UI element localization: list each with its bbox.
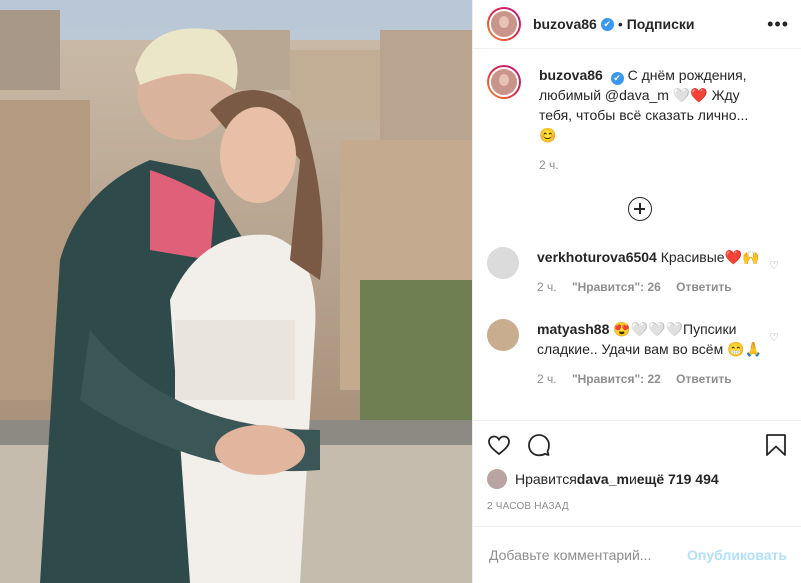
comment-input[interactable] xyxy=(487,546,688,564)
reply-button[interactable]: Ответить xyxy=(676,372,731,386)
post-timestamp[interactable]: 2 часов назад xyxy=(487,501,787,526)
comment-time[interactable]: 2 ч. xyxy=(537,372,557,386)
author-avatar[interactable] xyxy=(487,7,521,41)
separator-dot: • xyxy=(617,16,623,32)
couple-photo-image xyxy=(0,0,472,583)
load-more-comments-icon[interactable] xyxy=(628,197,652,221)
likes-count[interactable]: ещё 719 494 xyxy=(637,471,719,487)
comment-username[interactable]: matyash88 xyxy=(537,321,609,337)
reply-button[interactable]: Ответить xyxy=(676,280,731,294)
publish-button[interactable]: Опубликовать xyxy=(687,547,787,563)
likes-user[interactable]: dava_m xyxy=(577,471,629,487)
caption: buzova86 ✔ С днём рождения, любимый @dav… xyxy=(487,65,785,175)
post-sidebar: buzova86 ✔ • Подписки ••• buzova86 ✔ С д… xyxy=(472,0,801,583)
like-comment-heart-icon[interactable]: ♡ xyxy=(769,331,779,344)
comment-time[interactable]: 2 ч. xyxy=(537,280,557,294)
comment-meta: 2 ч. "Нравится": 22 Ответить xyxy=(537,369,763,389)
likes-summary: Нравится dava_m и ещё 719 494 xyxy=(487,469,787,489)
following-button[interactable]: Подписки xyxy=(627,16,695,32)
add-comment-bar: Опубликовать xyxy=(473,526,801,583)
comment-likes[interactable]: "Нравится": 22 xyxy=(572,372,661,386)
comment-avatar[interactable] xyxy=(487,247,519,279)
more-options-icon[interactable]: ••• xyxy=(767,14,789,35)
author-username[interactable]: buzova86 xyxy=(533,16,597,32)
instagram-post: buzova86 ✔ • Подписки ••• buzova86 ✔ С д… xyxy=(0,0,801,583)
comment-username[interactable]: verkhoturova6504 xyxy=(537,249,657,265)
verified-badge-icon: ✔ xyxy=(600,17,614,31)
comment-likes[interactable]: "Нравится": 26 xyxy=(572,280,661,294)
action-icons xyxy=(487,421,787,469)
like-comment-heart-icon[interactable]: ♡ xyxy=(769,259,779,272)
comments-section: buzova86 ✔ С днём рождения, любимый @dav… xyxy=(473,49,801,420)
comment-item: verkhoturova6504 Красивые❤️🙌 2 ч. "Нрави… xyxy=(487,247,785,297)
caption-avatar[interactable] xyxy=(487,65,521,99)
like-heart-icon[interactable] xyxy=(487,433,511,457)
likes-middle: и xyxy=(628,471,637,487)
verified-badge-icon: ✔ xyxy=(610,72,624,85)
post-photo[interactable] xyxy=(0,0,472,583)
comment-bubble-icon[interactable] xyxy=(527,433,551,457)
comment-item: matyash88 😍🤍🤍🤍Пупсики сладкие.. Удачи ва… xyxy=(487,319,785,389)
likes-prefix: Нравится xyxy=(515,471,577,487)
save-bookmark-icon[interactable] xyxy=(765,433,787,457)
liker-avatar[interactable] xyxy=(487,469,507,489)
caption-meta: 2 ч. xyxy=(539,155,765,175)
caption-time[interactable]: 2 ч. xyxy=(539,158,559,172)
post-header: buzova86 ✔ • Подписки ••• xyxy=(473,0,801,49)
post-actions: Нравится dava_m и ещё 719 494 2 часов на… xyxy=(473,420,801,526)
caption-username[interactable]: buzova86 xyxy=(539,67,603,83)
comment-meta: 2 ч. "Нравится": 26 Ответить xyxy=(537,277,763,297)
comment-avatar[interactable] xyxy=(487,319,519,351)
comment-text: Красивые❤️🙌 xyxy=(660,249,760,265)
